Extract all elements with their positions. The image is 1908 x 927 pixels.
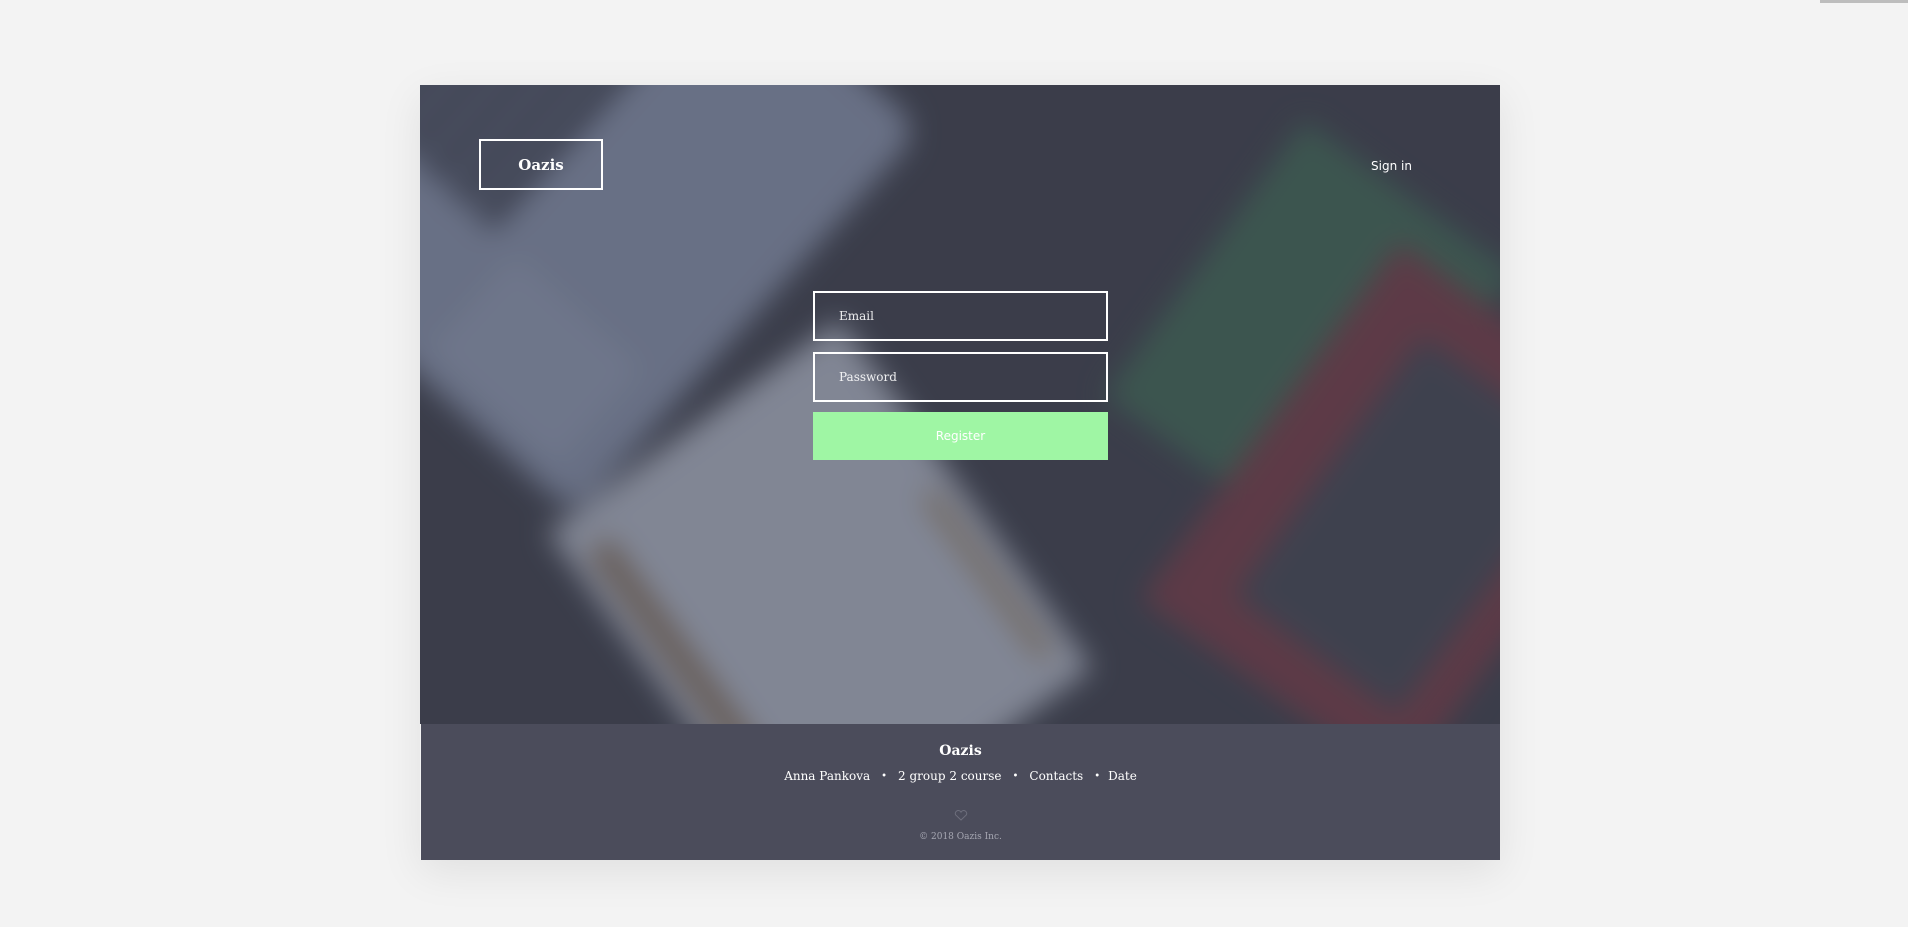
copyright-text: © 2018 Oazis Inc.: [919, 832, 1002, 842]
sign-in-link[interactable]: Sign in: [1371, 159, 1412, 173]
register-form: Register: [813, 291, 1108, 460]
footer-link-author[interactable]: Anna Pankova: [784, 769, 870, 783]
password-input[interactable]: [813, 352, 1108, 402]
hero-section: Oazis Sign in Register: [420, 85, 1500, 724]
footer-links: Anna Pankova • 2 group 2 course • Contac…: [421, 769, 1500, 783]
top-right-scroll-indicator: [1820, 0, 1908, 3]
footer-link-date[interactable]: Date: [1108, 769, 1137, 783]
footer-title: Oazis: [939, 743, 982, 759]
footer-separator: •: [1012, 770, 1019, 782]
footer-separator: •: [1094, 770, 1101, 782]
logo-button[interactable]: Oazis: [479, 139, 603, 190]
footer-separator: •: [881, 770, 888, 782]
heart-icon: [421, 810, 1500, 821]
logo-text: Oazis: [518, 155, 564, 174]
footer-link-group[interactable]: 2 group 2 course: [898, 769, 1001, 783]
register-button[interactable]: Register: [813, 412, 1108, 460]
footer: Oazis Anna Pankova • 2 group 2 course • …: [421, 724, 1500, 860]
page-card: Oazis Sign in Register Oazis Anna Pankov…: [420, 85, 1500, 860]
email-input[interactable]: [813, 291, 1108, 341]
footer-link-contacts[interactable]: Contacts: [1029, 769, 1083, 783]
